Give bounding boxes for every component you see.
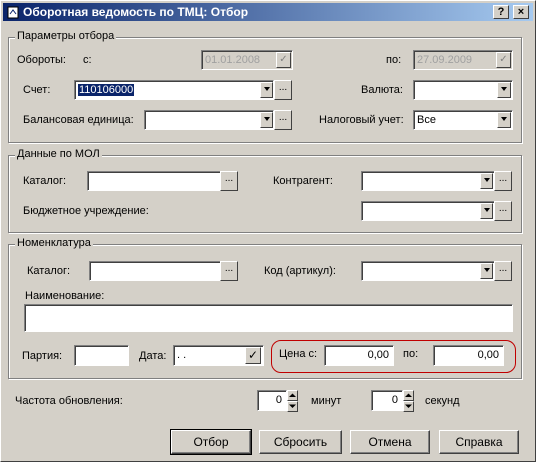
mol-group: Данные по МОЛ	[8, 148, 522, 233]
chevron-down-icon	[263, 87, 270, 92]
dialog-window: Оборотная ведомость по ТМЦ: Отбор ? × Па…	[0, 0, 536, 462]
chevron-down-icon	[501, 87, 507, 92]
batch-input[interactable]	[74, 345, 129, 366]
account-value: 110106000	[78, 84, 135, 96]
ok-button[interactable]: Отбор	[170, 429, 252, 455]
help-title-button[interactable]: ?	[493, 5, 509, 19]
nom-catalog-browse-button[interactable]: ...	[220, 261, 238, 281]
price-to-input[interactable]: 0,00	[433, 345, 504, 366]
mol-catalog-browse-button[interactable]: ...	[220, 171, 238, 191]
nom-catalog-label: Каталог:	[27, 265, 71, 277]
tax-dropdown-button[interactable]	[497, 112, 511, 128]
account-browse-button[interactable]: ...	[274, 80, 292, 100]
window-title: Оборотная ведомость по ТМЦ: Отбор	[23, 5, 249, 19]
code-input[interactable]	[361, 261, 495, 281]
seconds-up-button[interactable]	[403, 390, 414, 401]
currency-label: Валюта:	[361, 84, 403, 96]
name-label: Наименование:	[25, 290, 105, 302]
date-value: . .	[177, 349, 187, 361]
chevron-down-icon	[501, 117, 507, 122]
chevron-down-icon	[483, 268, 490, 273]
contractor-browse-button[interactable]: ...	[494, 171, 512, 191]
budget-dropdown-button[interactable]	[480, 203, 493, 219]
minutes-up-button[interactable]	[287, 390, 298, 401]
turnover-label: Обороты:	[17, 54, 66, 66]
code-label: Код (артикул):	[264, 265, 336, 277]
app-icon	[6, 5, 20, 19]
mol-catalog-input[interactable]	[87, 171, 221, 191]
currency-dropdown-button[interactable]	[497, 82, 511, 98]
date-label: Дата:	[139, 350, 167, 362]
budget-browse-button[interactable]: ...	[494, 201, 512, 221]
code-browse-button[interactable]: ...	[494, 261, 512, 281]
balance-unit-dropdown-button[interactable]	[260, 112, 273, 128]
price-to-label: по:	[403, 348, 419, 360]
date-check-icon[interactable]: ✓	[245, 347, 261, 364]
price-from-value: 0,00	[367, 349, 389, 361]
account-label: Счет:	[23, 84, 51, 96]
from-label: с:	[83, 54, 92, 66]
code-dropdown-button[interactable]	[480, 263, 493, 279]
seconds-value: 0	[391, 394, 398, 406]
balance-unit-input[interactable]	[144, 110, 274, 130]
minutes-label: минут	[311, 395, 342, 407]
minutes-value: 0	[275, 394, 282, 406]
date-from-check-icon: ✓	[276, 52, 291, 68]
close-title-button[interactable]: ×	[513, 5, 529, 19]
reset-button[interactable]: Сбросить	[259, 430, 342, 454]
seconds-label: секунд	[425, 395, 460, 407]
contractor-dropdown-button[interactable]	[480, 173, 493, 189]
title-bar[interactable]: Оборотная ведомость по ТМЦ: Отбор ? ×	[3, 3, 533, 21]
date-from-value: 01.01.2008	[205, 54, 261, 66]
minutes-down-button[interactable]	[287, 401, 298, 412]
seconds-input[interactable]: 0	[371, 390, 403, 411]
nomenclature-group-title: Номенклатура	[15, 237, 93, 249]
contractor-label: Контрагент:	[273, 175, 333, 187]
params-group-title: Параметры отбора	[15, 30, 117, 42]
refresh-label: Частота обновления:	[15, 395, 123, 407]
date-to-value: 27.09.2009	[417, 54, 473, 66]
help-button[interactable]: Справка	[439, 430, 519, 454]
cancel-button[interactable]: Отмена	[350, 430, 430, 454]
account-dropdown-button[interactable]	[260, 82, 273, 98]
to-label: по:	[386, 54, 402, 66]
price-from-input[interactable]: 0,00	[324, 345, 394, 366]
batch-label: Партия:	[22, 350, 63, 362]
contractor-input[interactable]	[361, 171, 495, 191]
tax-value: Все	[417, 114, 436, 126]
tax-label: Налоговый учет:	[319, 114, 404, 126]
chevron-down-icon	[263, 117, 270, 122]
chevron-down-icon	[483, 178, 490, 183]
chevron-down-icon	[483, 208, 490, 213]
seconds-down-button[interactable]	[403, 401, 414, 412]
price-to-value: 0,00	[477, 349, 499, 361]
price-from-label: Цена с:	[279, 348, 318, 360]
nom-catalog-input[interactable]	[89, 261, 221, 281]
name-input[interactable]	[24, 304, 513, 332]
budget-label: Бюджетное учреждение:	[23, 205, 149, 217]
date-to-check-icon: ✓	[496, 52, 511, 68]
mol-group-title: Данные по МОЛ	[15, 148, 102, 160]
mol-catalog-label: Каталог:	[23, 175, 67, 187]
balance-unit-label: Балансовая единица:	[23, 114, 134, 126]
budget-input[interactable]	[361, 201, 495, 221]
balance-unit-browse-button[interactable]: ...	[274, 110, 292, 130]
account-input[interactable]: 110106000	[74, 80, 274, 100]
minutes-input[interactable]: 0	[257, 390, 287, 411]
